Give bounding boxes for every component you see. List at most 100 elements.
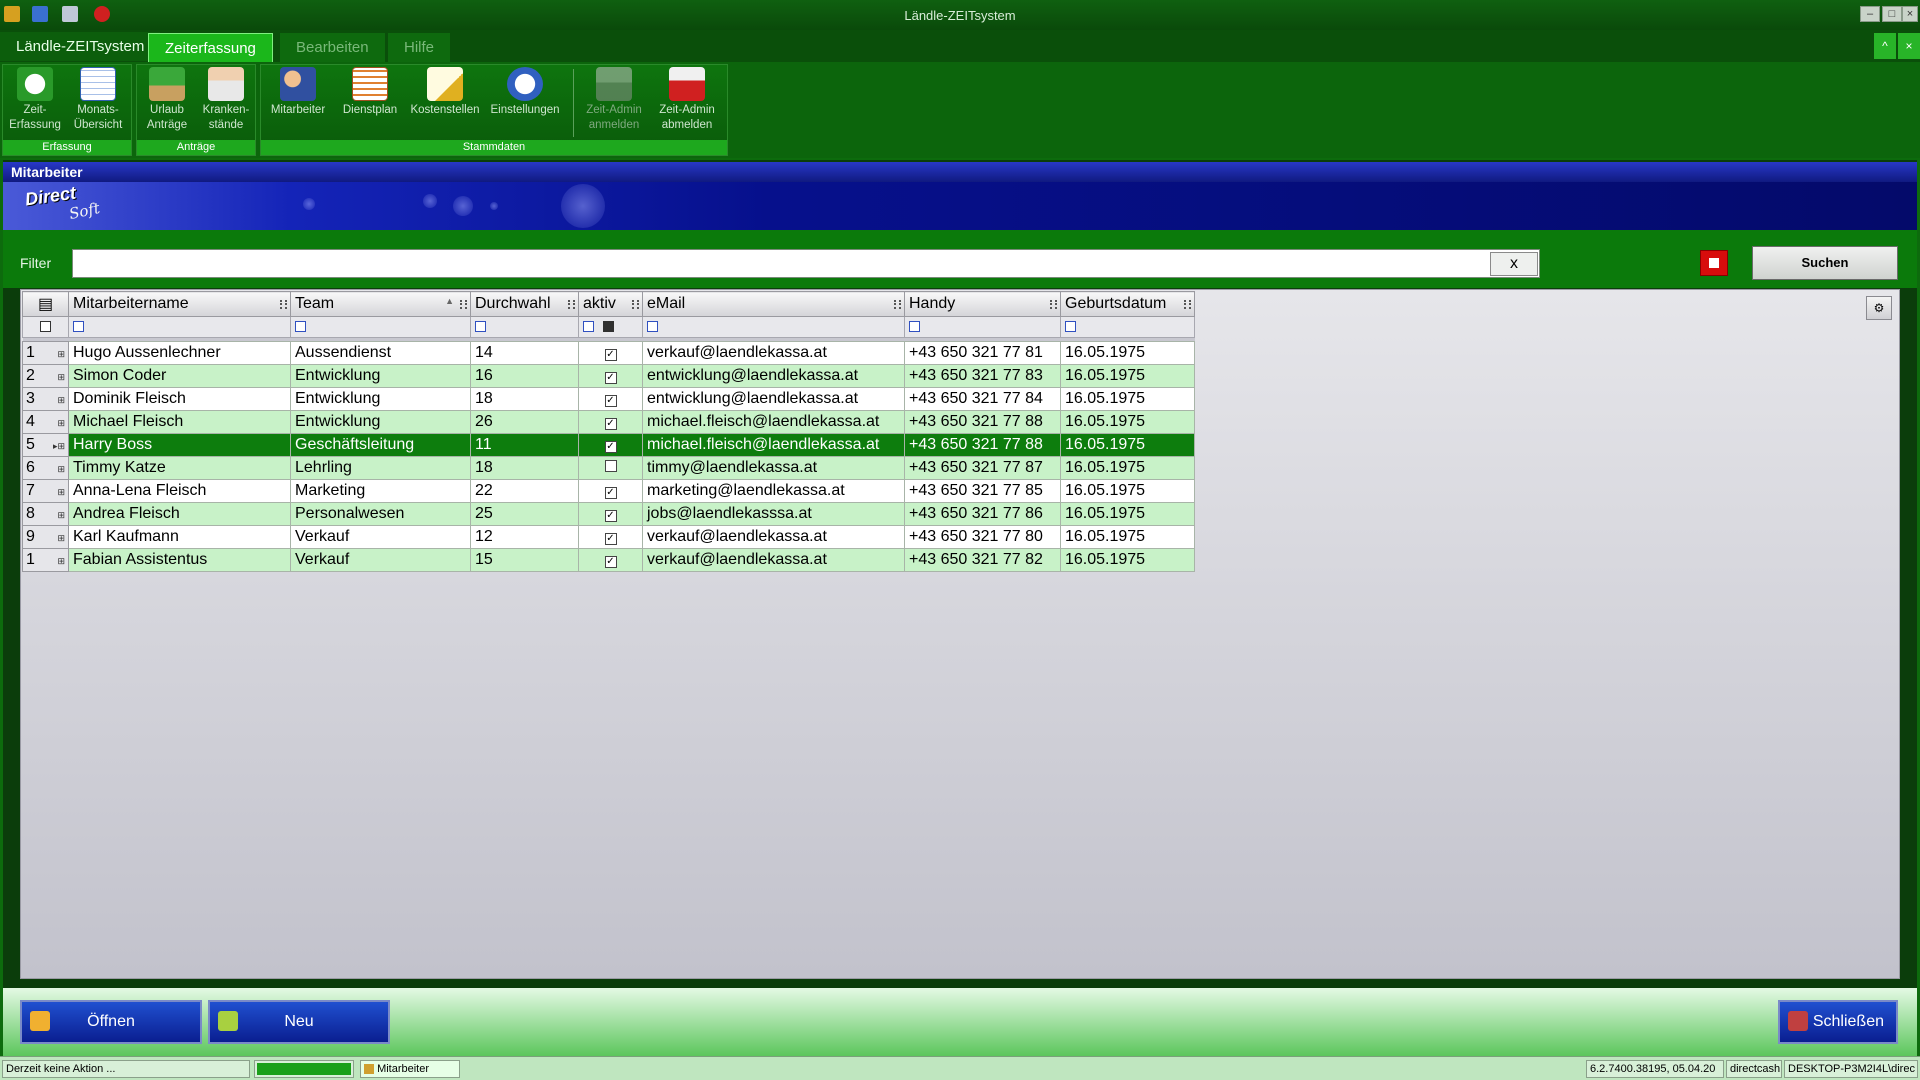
- krankenstaende-button[interactable]: Kranken- stände: [197, 67, 255, 133]
- cell-name[interactable]: Michael Fleisch: [68, 410, 291, 434]
- filter-cell-geburtsdatum[interactable]: [1060, 316, 1195, 338]
- aktiv-checkbox[interactable]: ✓: [604, 556, 617, 568]
- cell-handy[interactable]: +43 650 321 77 84: [904, 387, 1061, 411]
- table-row[interactable]: 3 ⊞ Dominik Fleisch Entwicklung 18 ✓ entwicklu…: [22, 387, 1195, 411]
- cell-name[interactable]: Fabian Assistentus: [68, 548, 291, 572]
- cell-handy[interactable]: +43 650 321 77 86: [904, 502, 1061, 526]
- filter-cell-team[interactable]: [290, 316, 471, 338]
- new-button[interactable]: Neu: [208, 1000, 390, 1044]
- cell-handy[interactable]: +43 650 321 77 88: [904, 433, 1061, 457]
- table-row[interactable]: 4 ⊞ Michael Fleisch Entwicklung 26 ✓ michael.f…: [22, 410, 1195, 434]
- filter-operator-icon[interactable]: [295, 321, 306, 333]
- filter-input[interactable]: [72, 249, 1540, 278]
- cell-team[interactable]: Aussendienst: [290, 341, 471, 365]
- aktiv-checkbox[interactable]: ✓: [604, 510, 617, 522]
- col-header-durchwahl[interactable]: Durchwahl: [470, 291, 579, 317]
- pin-icon[interactable]: [568, 300, 575, 309]
- cell-geburtsdatum[interactable]: 16.05.1975: [1060, 387, 1195, 411]
- cell-geburtsdatum[interactable]: 16.05.1975: [1060, 410, 1195, 434]
- cell-aktiv[interactable]: ✓: [578, 387, 643, 411]
- cell-team[interactable]: Personalwesen: [290, 502, 471, 526]
- pin-icon[interactable]: [460, 300, 467, 309]
- cell-email[interactable]: marketing@laendlekassa.at: [642, 479, 905, 503]
- filter-cell-aktiv[interactable]: [578, 316, 643, 338]
- cell-aktiv[interactable]: ✓: [578, 525, 643, 549]
- mitarbeiter-button[interactable]: Mitarbeiter: [263, 67, 333, 118]
- minimize-button[interactable]: –: [1860, 6, 1880, 22]
- pin-icon[interactable]: [280, 300, 287, 309]
- cell-team[interactable]: Lehrling: [290, 456, 471, 480]
- cell-team[interactable]: Verkauf: [290, 525, 471, 549]
- table-row[interactable]: 9 ⊞ Karl Kaufmann Verkauf 12 ✓ verkauf@laendle…: [22, 525, 1195, 549]
- cell-durchwahl[interactable]: 18: [470, 387, 579, 411]
- cell-name[interactable]: Dominik Fleisch: [68, 387, 291, 411]
- cell-durchwahl[interactable]: 14: [470, 341, 579, 365]
- cell-handy[interactable]: +43 650 321 77 83: [904, 364, 1061, 388]
- cell-name[interactable]: Simon Coder: [68, 364, 291, 388]
- cell-durchwahl[interactable]: 18: [470, 456, 579, 480]
- aktiv-checkbox[interactable]: ✓: [604, 441, 617, 453]
- cell-name[interactable]: Harry Boss: [68, 433, 291, 457]
- cell-aktiv[interactable]: ✓: [578, 410, 643, 434]
- cell-handy[interactable]: +43 650 321 77 81: [904, 341, 1061, 365]
- cell-email[interactable]: entwicklung@laendlekassa.at: [642, 387, 905, 411]
- row-expand-icon[interactable]: ⊞: [57, 395, 65, 406]
- col-header-email[interactable]: eMail: [642, 291, 905, 317]
- cell-geburtsdatum[interactable]: 16.05.1975: [1060, 525, 1195, 549]
- aktiv-checkbox[interactable]: ✓: [604, 395, 617, 407]
- cell-email[interactable]: verkauf@laendlekassa.at: [642, 525, 905, 549]
- cell-durchwahl[interactable]: 25: [470, 502, 579, 526]
- cell-geburtsdatum[interactable]: 16.05.1975: [1060, 548, 1195, 572]
- row-header[interactable]: 5 ▸⊞: [22, 433, 69, 457]
- monats-uebersicht-button[interactable]: Monats- Übersicht: [67, 67, 129, 133]
- cell-geburtsdatum[interactable]: 16.05.1975: [1060, 479, 1195, 503]
- col-header-handy[interactable]: Handy: [904, 291, 1061, 317]
- row-expand-icon[interactable]: ⊞: [57, 372, 65, 383]
- aktiv-checkbox[interactable]: ✓: [604, 533, 617, 545]
- row-header[interactable]: 8 ⊞: [22, 502, 69, 526]
- open-button[interactable]: Öffnen: [20, 1000, 202, 1044]
- row-header[interactable]: 1 ⊞: [22, 341, 69, 365]
- row-expand-icon[interactable]: ⊞: [57, 510, 65, 521]
- search-button[interactable]: Suchen: [1752, 246, 1898, 280]
- cell-team[interactable]: Marketing: [290, 479, 471, 503]
- aktiv-checkbox[interactable]: ✓: [604, 349, 617, 361]
- aktiv-checkbox[interactable]: ✓: [604, 372, 617, 384]
- cell-name[interactable]: Timmy Katze: [68, 456, 291, 480]
- row-header[interactable]: 1 ⊞: [22, 548, 69, 572]
- cell-handy[interactable]: +43 650 321 77 87: [904, 456, 1061, 480]
- filter-cell-durchwahl[interactable]: [470, 316, 579, 338]
- table-row[interactable]: 2 ⊞ Simon Coder Entwicklung 16 ✓ entwicklung@l…: [22, 364, 1195, 388]
- current-row-icon[interactable]: ▸⊞: [53, 441, 65, 452]
- table-row[interactable]: 5 ▸⊞ Harry Boss Geschäftsleitung 11 ✓ michael.…: [22, 433, 1195, 457]
- cell-aktiv[interactable]: ✓: [578, 364, 643, 388]
- table-row[interactable]: 1 ⊞ Fabian Assistentus Verkauf 15 ✓ verkauf@la…: [22, 548, 1195, 572]
- filter-operator-icon[interactable]: [647, 321, 658, 333]
- zeitadmin-abmelden-button[interactable]: Zeit-Admin abmelden: [651, 67, 723, 133]
- pin-icon[interactable]: [1184, 300, 1191, 309]
- column-chooser-icon[interactable]: ▤: [22, 291, 69, 317]
- row-header[interactable]: 6 ⊞: [22, 456, 69, 480]
- aktiv-checkbox[interactable]: ✓: [604, 418, 617, 430]
- tab-app-menu[interactable]: Ländle-ZEITsystem: [0, 32, 161, 61]
- table-row[interactable]: 1 ⊞ Hugo Aussenlechner Aussendienst 14 ✓ verka…: [22, 341, 1195, 365]
- cell-geburtsdatum[interactable]: 16.05.1975: [1060, 433, 1195, 457]
- tab-zeiterfassung[interactable]: Zeiterfassung: [148, 33, 273, 62]
- tab-bearbeiten[interactable]: Bearbeiten: [280, 33, 385, 62]
- filter-clear-button[interactable]: x: [1490, 252, 1538, 276]
- filter-operator-icon[interactable]: [73, 321, 84, 333]
- cell-durchwahl[interactable]: 26: [470, 410, 579, 434]
- row-header[interactable]: 2 ⊞: [22, 364, 69, 388]
- cell-durchwahl[interactable]: 22: [470, 479, 579, 503]
- cell-aktiv[interactable]: ✓: [578, 341, 643, 365]
- cell-team[interactable]: Entwicklung: [290, 410, 471, 434]
- col-header-name[interactable]: Mitarbeitername: [68, 291, 291, 317]
- cell-durchwahl[interactable]: 11: [470, 433, 579, 457]
- cell-geburtsdatum[interactable]: 16.05.1975: [1060, 364, 1195, 388]
- cell-handy[interactable]: +43 650 321 77 88: [904, 410, 1061, 434]
- cell-durchwahl[interactable]: 12: [470, 525, 579, 549]
- close-form-button[interactable]: Schließen: [1778, 1000, 1898, 1044]
- row-expand-icon[interactable]: ⊞: [57, 487, 65, 498]
- cell-handy[interactable]: +43 650 321 77 80: [904, 525, 1061, 549]
- cell-name[interactable]: Hugo Aussenlechner: [68, 341, 291, 365]
